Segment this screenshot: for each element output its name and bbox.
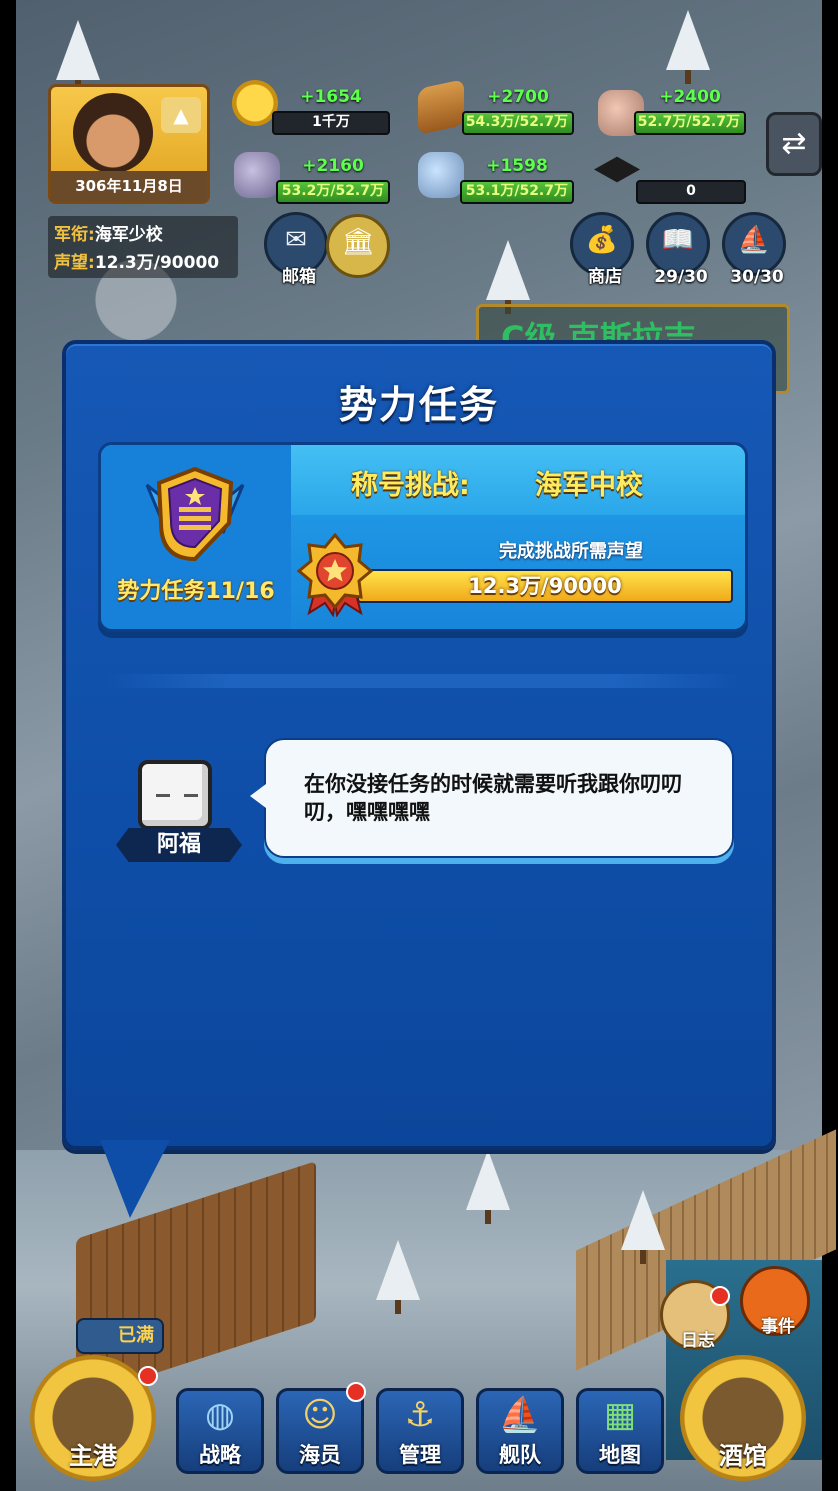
shop-label: 商店 [588, 267, 622, 287]
resource-gold[interactable]: 1千万 +1654 [272, 87, 390, 139]
manage-button[interactable]: ⚓ 管理 [376, 1388, 464, 1474]
strategy-button[interactable]: ◍ 战略 [176, 1388, 264, 1474]
snowy-tree [466, 1150, 510, 1224]
title-challenge-card: 势力任务11/16 称号挑战: 海军中校 完成挑战所需声望 12.3万/9000… [98, 442, 748, 632]
swap-arrows-icon: ⇄ [781, 126, 807, 161]
rank-triangle-icon: ▲ [161, 97, 201, 133]
npc-portrait: 阿福 [116, 754, 246, 864]
envelope-icon: ✉ [285, 225, 307, 255]
shop-button[interactable]: 💰 商店 [570, 212, 634, 287]
tavern-button[interactable]: 酒馆 [680, 1355, 806, 1481]
fleet-label: 舰队 [499, 1443, 541, 1467]
manage-label: 管理 [399, 1443, 441, 1467]
crew-notification-dot [346, 1382, 366, 1402]
prestige-value: 12.3万/90000 [94, 253, 220, 273]
dialog-pointer-tail [100, 1140, 170, 1218]
prestige-line: 声望:12.3万/90000 [54, 248, 219, 273]
rank-key: 军衔: [54, 225, 95, 245]
money-bag-icon: 💰 [585, 225, 619, 255]
resource-gold-gain: +1654 [300, 87, 362, 107]
snowy-tree [56, 20, 100, 94]
rank-value: 海军少校 [94, 225, 163, 245]
resource-iron-gain: +2160 [302, 156, 364, 176]
sailor-icon: ☺ [302, 1395, 338, 1435]
resource-iron[interactable]: 53.2万/52.7万 +2160 [276, 156, 390, 208]
resource-iron-value: 53.2万/52.7万 [281, 183, 384, 199]
event-label: 事件 [761, 1317, 795, 1337]
strategy-label: 战略 [199, 1443, 241, 1467]
globe-icon: ◍ [205, 1395, 235, 1435]
temple-icon: 🏛 [341, 227, 375, 257]
iron-ore-icon [234, 152, 280, 198]
home-notification-dot [138, 1366, 158, 1386]
captain-avatar [73, 93, 153, 173]
requirement-label: 完成挑战所需声望 [499, 541, 643, 562]
log-notification-dot [710, 1286, 730, 1306]
sail-icon: ⛵ [737, 225, 771, 255]
resource-wood-value: 54.3万/52.7万 [465, 114, 568, 130]
resource-crystal-gain: +1598 [486, 156, 548, 176]
npc-speech-bubble: 在你没接任务的时候就需要听我跟你叨叨叨，嘿嘿嘿嘿 [250, 738, 734, 858]
open-book-icon: 📖 [661, 225, 695, 255]
mail-label: 邮箱 [282, 267, 316, 287]
npc-speech-text: 在你没接任务的时候就需要听我跟你叨叨叨，嘿嘿嘿嘿 [304, 772, 682, 824]
event-button[interactable]: 事件 [740, 1266, 810, 1337]
npc-eye [156, 794, 170, 797]
resource-stone[interactable]: 52.7万/52.7万 +2400 [634, 87, 746, 139]
prestige-progress-bar: 12.3万/90000 [357, 569, 733, 603]
challenge-target-rank: 海军中校 [535, 470, 643, 501]
map-button[interactable]: ▦ 地图 [576, 1388, 664, 1474]
snowy-tree [376, 1240, 420, 1314]
map-label: 地图 [599, 1443, 641, 1467]
snowy-tree [486, 240, 530, 314]
rank-line: 军衔:海军少校 [54, 220, 163, 245]
npc-afu-avatar [138, 760, 212, 830]
map-icon: ▦ [603, 1395, 637, 1435]
sail-button[interactable]: ⛵ 30/30 [722, 212, 786, 287]
sail-counter: 30/30 [730, 267, 784, 287]
temple-button[interactable]: 🏛 [326, 214, 390, 278]
mail-button[interactable]: ✉ 邮箱 [264, 212, 328, 287]
anchor-icon: ⚓ [404, 1395, 436, 1435]
faction-mission-dialog: 势力任务 势力任务11/16 称号挑战: 海军中校 完成挑战所需声望 12.3万… [62, 340, 776, 1150]
snowy-tree [666, 10, 710, 84]
resource-stone-gain: +2400 [659, 87, 721, 107]
section-divider [106, 674, 740, 688]
star-medal-icon [296, 533, 374, 617]
storage-full-text: 已满 [118, 1325, 154, 1346]
game-date: 306年11月8日 [51, 171, 207, 201]
rank-info: 军衔:海军少校 声望:12.3万/90000 [48, 216, 238, 278]
fleet-button[interactable]: ⛵ 舰队 [476, 1388, 564, 1474]
storage-full-tag: 已满 [76, 1318, 164, 1354]
npc-eye [184, 794, 198, 797]
resource-wood[interactable]: 54.3万/52.7万 +2700 [462, 87, 574, 139]
ship-icon: ⛵ [498, 1395, 542, 1435]
snowy-tree [621, 1190, 665, 1264]
resource-scholar[interactable]: 0 [636, 180, 746, 208]
log-label: 日志 [681, 1331, 715, 1351]
prestige-progress-text: 12.3万/90000 [468, 574, 622, 598]
tavern-label: 酒馆 [719, 1442, 767, 1470]
book-counter: 29/30 [654, 267, 708, 287]
mission-progress-label: 势力任务11/16 [117, 579, 275, 604]
resource-crystal[interactable]: 53.1万/52.7万 +1598 [460, 156, 574, 208]
home-port-label: 主港 [69, 1442, 117, 1470]
crystal-icon [418, 152, 464, 198]
player-avatar-card[interactable]: ▲ 306年11月8日 [48, 84, 210, 204]
resource-scholar-value: 0 [686, 183, 696, 199]
crew-label: 海员 [299, 1443, 341, 1467]
rank-shield-emblem-icon [145, 466, 245, 562]
challenge-prefix: 称号挑战: [351, 470, 470, 501]
npc-name-tag: 阿福 [116, 828, 242, 862]
resource-wood-gain: +2700 [487, 87, 549, 107]
dialog-title: 势力任务 [338, 383, 499, 427]
resource-crystal-value: 53.1万/52.7万 [465, 183, 568, 199]
resource-gold-value: 1千万 [312, 114, 350, 130]
book-button[interactable]: 📖 29/30 [646, 212, 710, 287]
swap-arrows-button[interactable]: ⇄ [766, 112, 822, 176]
resource-stone-value: 52.7万/52.7万 [637, 114, 740, 130]
prestige-key: 声望: [54, 253, 95, 273]
